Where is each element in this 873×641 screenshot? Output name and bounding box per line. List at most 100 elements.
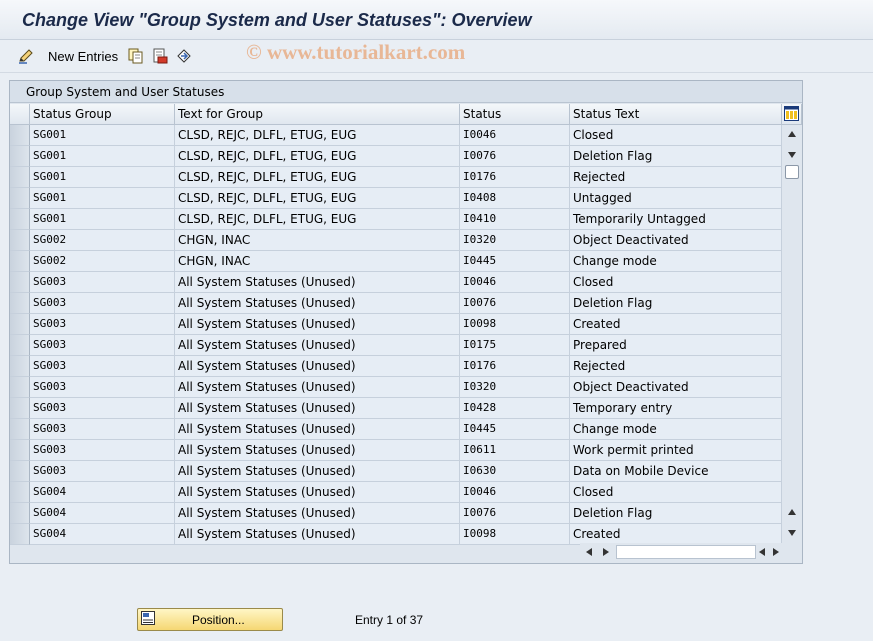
table-row[interactable]: SG002 CHGN, INAC I0320 Object Deactivated — [10, 230, 782, 251]
change-display-button[interactable] — [18, 47, 34, 65]
row-selector[interactable] — [10, 293, 30, 314]
cell-status-text: Temporary entry — [570, 398, 782, 419]
position-button[interactable]: Position... — [137, 608, 283, 631]
cell-status: I0176 — [460, 167, 570, 188]
table-row[interactable]: SG001 CLSD, REJC, DLFL, ETUG, EUG I0176 Rej… — [10, 167, 782, 188]
row-selector[interactable] — [10, 440, 30, 461]
cell-status-text: Created — [570, 314, 782, 335]
cell-status-group: SG003 — [30, 314, 175, 335]
cell-status: I0428 — [460, 398, 570, 419]
cell-status-group: SG004 — [30, 524, 175, 545]
table-row[interactable]: SG001 CLSD, REJC, DLFL, ETUG, EUG I0076 Del… — [10, 146, 782, 167]
scroll-thumb[interactable] — [785, 165, 799, 179]
row-selector[interactable] — [10, 251, 30, 272]
select-all-header[interactable] — [10, 104, 30, 125]
row-selector[interactable] — [10, 272, 30, 293]
row-selector[interactable] — [10, 503, 30, 524]
cell-text-for-group: All System Statuses (Unused) — [175, 314, 460, 335]
scroll-right-button[interactable] — [598, 543, 614, 561]
row-selector[interactable] — [10, 314, 30, 335]
cell-status-group: SG003 — [30, 377, 175, 398]
column-header-status[interactable]: Status — [460, 104, 570, 125]
cell-status-text: Object Deactivated — [570, 377, 782, 398]
cell-status: I0175 — [460, 335, 570, 356]
column-header-text-for-group[interactable]: Text for Group — [175, 104, 460, 125]
arrow-down-icon — [788, 152, 796, 158]
scroll-left-end-button[interactable] — [756, 543, 770, 561]
cell-status-group: SG001 — [30, 209, 175, 230]
row-selector[interactable] — [10, 419, 30, 440]
vertical-scrollbar[interactable] — [782, 125, 802, 543]
copy-as-button[interactable] — [128, 47, 144, 65]
cell-status: I0410 — [460, 209, 570, 230]
scroll-down-button[interactable] — [782, 523, 802, 543]
table-row[interactable]: SG003 All System Statuses (Unused) I0046 Cl… — [10, 272, 782, 293]
page-down-button[interactable] — [782, 145, 802, 165]
new-entries-button[interactable]: New Entries — [48, 47, 118, 65]
watermark-text: © www.tutorialkart.com — [246, 40, 466, 64]
table-row[interactable]: SG003 All System Statuses (Unused) I0445 Ch… — [10, 419, 782, 440]
table-row[interactable]: SG003 All System Statuses (Unused) I0175 Pr… — [10, 335, 782, 356]
column-header-status-group[interactable]: Status Group — [30, 104, 175, 125]
cell-text-for-group: All System Statuses (Unused) — [175, 377, 460, 398]
position-label: Position... — [192, 612, 245, 627]
table-row[interactable]: SG003 All System Statuses (Unused) I0076 De… — [10, 293, 782, 314]
row-selector[interactable] — [10, 461, 30, 482]
table-control: Group System and User Statuses Status Gr… — [9, 80, 803, 564]
row-selector[interactable] — [10, 188, 30, 209]
cell-status-text: Work permit printed — [570, 440, 782, 461]
row-selector[interactable] — [10, 146, 30, 167]
delete-button[interactable] — [152, 47, 168, 65]
scroll-up-button[interactable] — [782, 125, 802, 145]
table-row[interactable]: SG004 All System Statuses (Unused) I0098 Cr… — [10, 524, 782, 545]
cell-status-group: SG003 — [30, 398, 175, 419]
new-entries-label: New Entries — [48, 48, 119, 64]
scroll-right-end-button[interactable] — [770, 543, 782, 561]
cell-status-text: Deletion Flag — [570, 146, 782, 167]
cell-text-for-group: All System Statuses (Unused) — [175, 335, 460, 356]
cell-status: I0076 — [460, 293, 570, 314]
table-row[interactable]: SG004 All System Statuses (Unused) I0046 Cl… — [10, 482, 782, 503]
row-selector[interactable] — [10, 230, 30, 251]
arrow-up-icon — [788, 509, 796, 515]
row-selector[interactable] — [10, 524, 30, 545]
pen-icon — [18, 48, 34, 64]
scroll-page-up-button[interactable] — [782, 503, 802, 523]
row-selector[interactable] — [10, 167, 30, 188]
row-selector[interactable] — [10, 482, 30, 503]
row-selector[interactable] — [10, 377, 30, 398]
cell-text-for-group: All System Statuses (Unused) — [175, 272, 460, 293]
table-row[interactable]: SG003 All System Statuses (Unused) I0611 Wo… — [10, 440, 782, 461]
cell-status-group: SG003 — [30, 272, 175, 293]
table-row[interactable]: SG001 CLSD, REJC, DLFL, ETUG, EUG I0410 Tem… — [10, 209, 782, 230]
cell-status-text: Change mode — [570, 419, 782, 440]
table-row[interactable]: SG003 All System Statuses (Unused) I0176 Re… — [10, 356, 782, 377]
horizontal-scroll-track[interactable] — [616, 545, 756, 559]
table-settings-icon — [784, 106, 799, 124]
table-row[interactable]: SG001 CLSD, REJC, DLFL, ETUG, EUG I0408 Unt… — [10, 188, 782, 209]
table-row[interactable]: SG003 All System Statuses (Unused) I0428 Te… — [10, 398, 782, 419]
row-selector[interactable] — [10, 356, 30, 377]
table-row[interactable]: SG001 CLSD, REJC, DLFL, ETUG, EUG I0046 Clo… — [10, 125, 782, 146]
table-row[interactable]: SG003 All System Statuses (Unused) I0098 Cr… — [10, 314, 782, 335]
table-settings-button[interactable] — [782, 104, 802, 125]
row-selector[interactable] — [10, 209, 30, 230]
cell-text-for-group: All System Statuses (Unused) — [175, 524, 460, 545]
cell-status-text: Rejected — [570, 356, 782, 377]
column-header-status-text[interactable]: Status Text — [570, 104, 782, 125]
row-selector[interactable] — [10, 335, 30, 356]
table-row[interactable]: SG002 CHGN, INAC I0445 Change mode — [10, 251, 782, 272]
table-row[interactable]: SG003 All System Statuses (Unused) I0320 Ob… — [10, 377, 782, 398]
undo-change-button[interactable] — [176, 47, 192, 65]
cell-status-text: Closed — [570, 272, 782, 293]
cell-status: I0320 — [460, 230, 570, 251]
scroll-left-button[interactable] — [582, 543, 598, 561]
table-row[interactable]: SG004 All System Statuses (Unused) I0076 De… — [10, 503, 782, 524]
table-row[interactable]: SG003 All System Statuses (Unused) I0630 Da… — [10, 461, 782, 482]
row-selector[interactable] — [10, 125, 30, 146]
arrow-right-icon — [773, 548, 779, 556]
cell-status-text: Closed — [570, 125, 782, 146]
cell-text-for-group: CLSD, REJC, DLFL, ETUG, EUG — [175, 167, 460, 188]
horizontal-scrollbar[interactable] — [580, 543, 782, 561]
row-selector[interactable] — [10, 398, 30, 419]
